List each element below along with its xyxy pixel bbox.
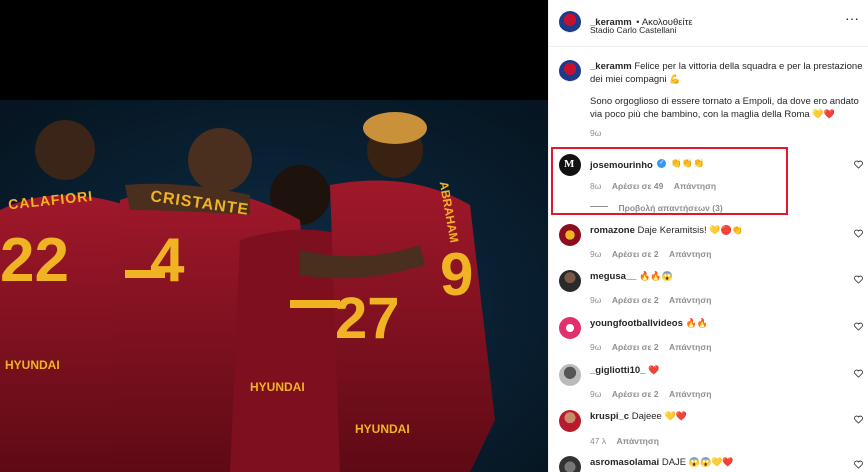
comment-line: _gigliotti10_ ❤️ [590,364,659,377]
sponsor-hyundai-1: HYUNDAI [5,358,60,372]
like-heart-icon[interactable] [854,275,863,284]
like-heart-icon[interactable] [854,415,863,424]
comment-line: kruspi_c Dajeee 💛❤️ [590,410,687,423]
commenter-username[interactable]: _gigliotti10_ [590,365,645,376]
commenter-avatar[interactable] [559,224,581,246]
comment-emoji: 😱😱💛❤️ [688,457,734,467]
comment-meta: 9ω Αρέσει σε 2 Απάντηση [590,290,711,308]
comment-likes[interactable]: Αρέσει σε 2 [612,342,659,352]
comment-item: asromasolamai DAJE 😱😱💛❤️ [549,454,868,472]
comment-line: youngfootballvideos 🔥🔥 [590,317,708,330]
comment-text: Dajeee [631,411,662,423]
comment-item: romazone Daje Keramitsis! 💛🔴👏 9ω Αρέσει … [549,222,868,262]
comment-time: 9ω [590,342,602,352]
commenter-avatar[interactable] [559,270,581,292]
comment-emoji: 💛🔴👏 [709,225,743,235]
caption-author[interactable]: _keramm [590,61,632,72]
commenter-username[interactable]: megusa__ [590,271,636,282]
instagram-post-view: CALAFIORI 22 CRISTANTE 4 ABRAHAM 9 27 HY… [0,0,868,472]
comment-emoji: 🔥🔥😱 [639,271,673,281]
post-photo[interactable]: CALAFIORI 22 CRISTANTE 4 ABRAHAM 9 27 HY… [0,0,548,472]
comment-time: 47 λ [590,436,607,446]
comment-likes[interactable]: Αρέσει σε 2 [612,389,659,399]
more-options-icon[interactable]: ··· [845,11,859,25]
comment-likes[interactable]: Αρέσει σε 2 [612,249,659,259]
comment-line: megusa__ 🔥🔥😱 [590,270,673,283]
caption-timestamp: 9ω [590,128,602,138]
like-heart-icon[interactable] [854,369,863,378]
like-heart-icon[interactable] [854,460,863,469]
jersey-number-22: 22 [0,226,69,295]
commenter-avatar[interactable] [559,317,581,339]
comment-meta: 9ω Αρέσει σε 2 Απάντηση [590,244,711,262]
like-heart-icon[interactable] [854,229,863,238]
hearts-emoji: 💛❤️ [812,109,835,120]
comments-panel: _keramm • Ακολουθείτε Stadio Carlo Caste… [548,0,868,472]
comment-line: romazone Daje Keramitsis! 💛🔴👏 [590,224,743,237]
team-celebration-image [0,0,548,472]
flexed-biceps-emoji: 💪 [669,74,681,84]
comment-time: 9ω [590,295,602,305]
reply-button[interactable]: Απάντηση [669,389,711,399]
caption: _keramm Felice per la vittoria della squ… [549,60,868,140]
comment-meta: 47 λ Απάντηση [590,431,659,449]
comment-emoji: 🔥🔥 [685,318,708,328]
caption-body: _keramm Felice per la vittoria della squ… [590,60,865,121]
like-heart-icon[interactable] [854,160,863,169]
commenter-avatar[interactable] [559,364,581,386]
author-avatar[interactable] [559,11,581,33]
comment-item: _gigliotti10_ ❤️ 9ω Αρέσει σε 2 Απάντηση [549,362,868,402]
comment-likes[interactable]: Αρέσει σε 2 [612,295,659,305]
comment-meta: 9ω Αρέσει σε 2 Απάντηση [590,337,711,355]
jersey-number-27: 27 [335,286,400,351]
comment-meta: 9ω Αρέσει σε 2 Απάντηση [590,384,711,402]
sponsor-hyundai-3: HYUNDAI [355,422,410,436]
caption-author-avatar[interactable] [559,60,581,82]
comment-text: DAJE [661,457,687,469]
comment-text: Daje Keramitsis! [637,225,707,237]
comment-item: megusa__ 🔥🔥😱 9ω Αρέσει σε 2 Απάντηση [549,268,868,308]
comment-emoji: 💛❤️ [664,411,687,421]
comment-time: 9ω [590,389,602,399]
comment-time: 9ω [590,249,602,259]
jersey-number-4: 4 [150,226,185,295]
reply-button[interactable]: Απάντηση [669,295,711,305]
post-header: _keramm • Ακολουθείτε Stadio Carlo Caste… [549,0,868,47]
commenter-username[interactable]: kruspi_c [590,411,629,422]
comment-item: kruspi_c Dajeee 💛❤️ 47 λ Απάντηση [549,408,868,448]
comment-emoji: ❤️ [648,365,660,375]
reply-button[interactable]: Απάντηση [669,249,711,259]
sponsor-hyundai-2: HYUNDAI [250,380,305,394]
post-location[interactable]: Stadio Carlo Castellani [590,25,676,35]
like-heart-icon[interactable] [854,322,863,331]
commenter-avatar[interactable] [559,410,581,432]
commenter-username[interactable]: romazone [590,225,635,236]
commenter-avatar[interactable] [559,456,581,472]
highlight-box [551,147,788,215]
comment-line: asromasolamai DAJE 😱😱💛❤️ [590,456,734,469]
reply-button[interactable]: Απάντηση [617,436,659,446]
reply-button[interactable]: Απάντηση [669,342,711,352]
comment-item: youngfootballvideos 🔥🔥 9ω Αρέσει σε 2 Απ… [549,315,868,355]
commenter-username[interactable]: asromasolamai [590,457,659,468]
jersey-number-9: 9 [440,241,474,308]
commenter-username[interactable]: youngfootballvideos [590,318,683,329]
